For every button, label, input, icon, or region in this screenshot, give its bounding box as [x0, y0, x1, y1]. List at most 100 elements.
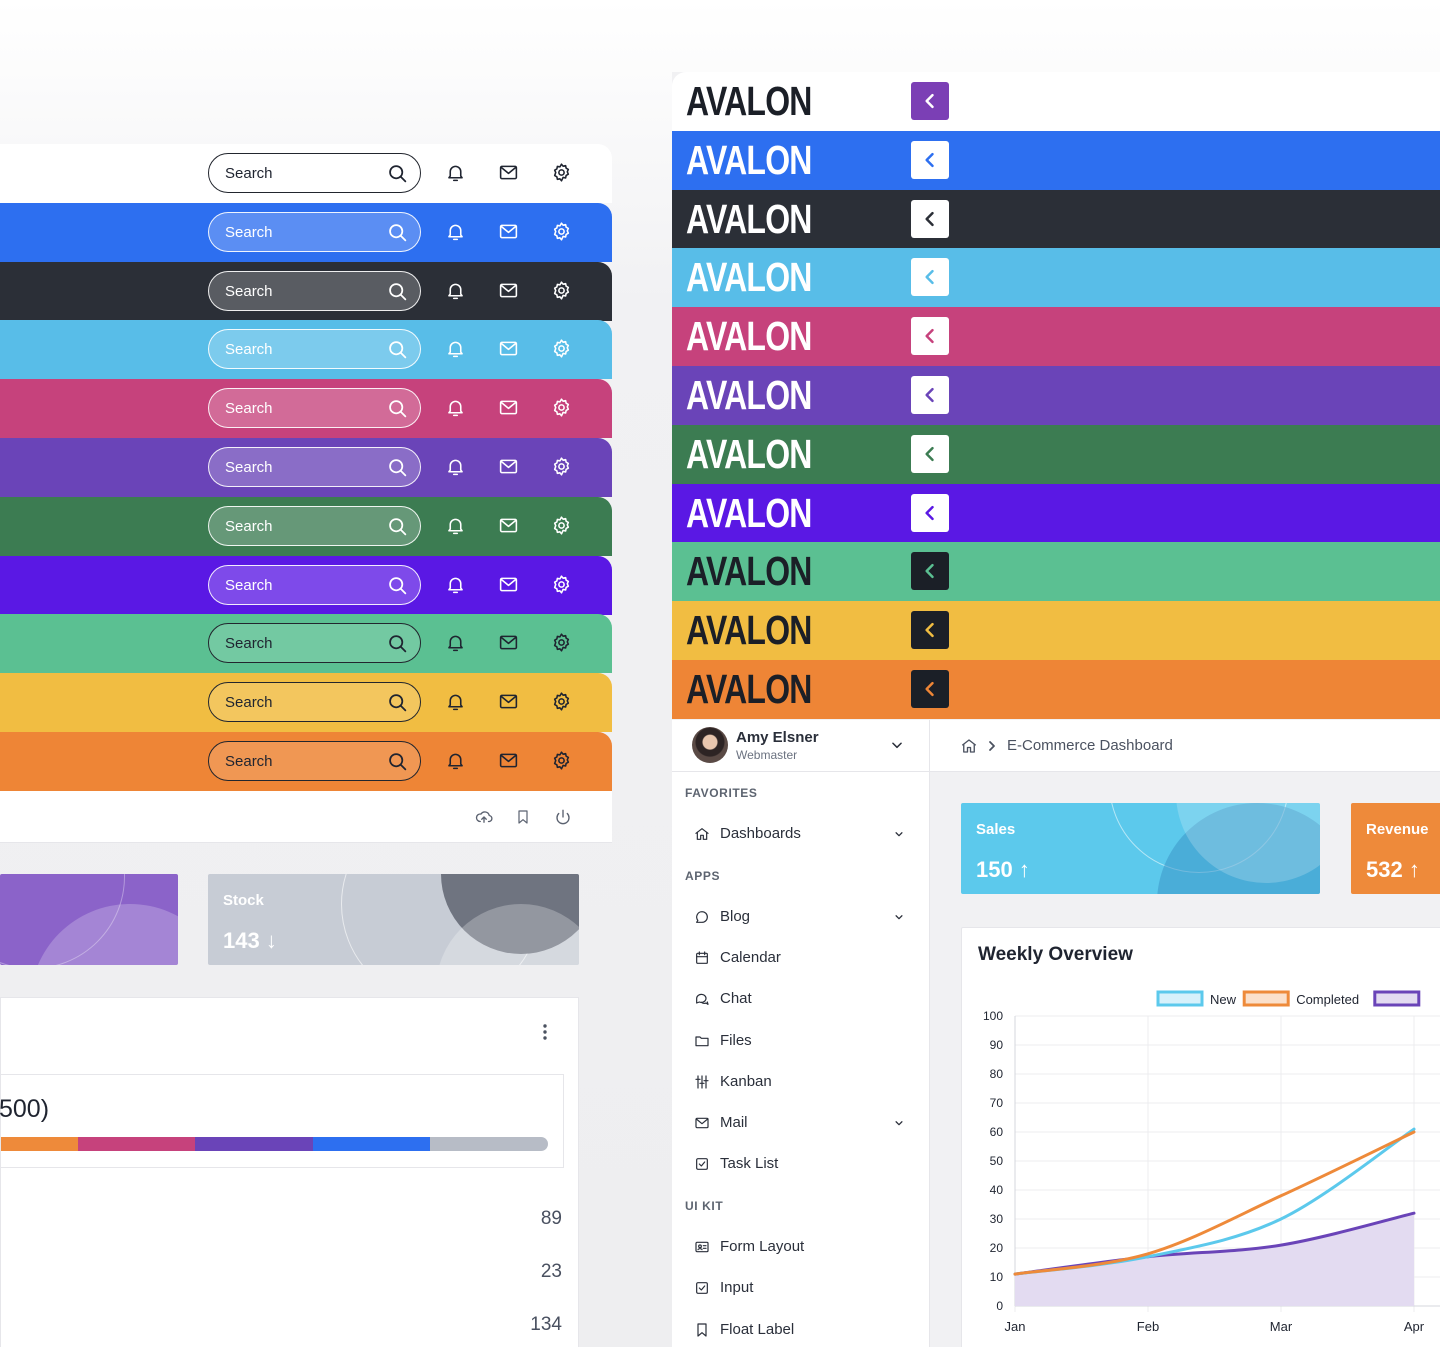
search-input[interactable]: Search: [208, 623, 421, 664]
avalon-logo: AVALON: [686, 666, 812, 712]
sidebar-toggle-button[interactable]: [911, 317, 949, 356]
search-input[interactable]: Search: [208, 505, 421, 546]
search-icon[interactable]: [387, 398, 408, 419]
mail-icon[interactable]: [498, 397, 519, 418]
sidebar-item[interactable]: Float Label: [692, 1315, 910, 1345]
search-input[interactable]: Search: [208, 447, 421, 487]
brand-bar: AVALON: [672, 307, 1440, 367]
bookmark-icon[interactable]: [515, 808, 531, 826]
mail-icon[interactable]: [498, 221, 519, 242]
bell-icon[interactable]: [445, 221, 466, 242]
sidebar-item[interactable]: Blog: [692, 902, 910, 932]
sidebar-item[interactable]: Dashboards: [692, 819, 910, 849]
bell-icon[interactable]: [445, 280, 466, 301]
gear-icon[interactable]: [551, 691, 572, 712]
gear-icon[interactable]: [551, 750, 572, 771]
gear-icon[interactable]: [551, 456, 572, 477]
more-options-icon[interactable]: [537, 1022, 553, 1042]
bell-icon[interactable]: [445, 162, 466, 183]
mail-icon[interactable]: [498, 750, 519, 771]
gear-icon[interactable]: [551, 515, 572, 536]
row-value: 134: [530, 1314, 562, 1335]
chevron-down-icon[interactable]: [894, 912, 904, 922]
search-icon[interactable]: [387, 633, 408, 654]
y-tick-label: 0: [996, 1299, 1003, 1313]
bell-icon[interactable]: [445, 456, 466, 477]
bell-icon[interactable]: [445, 632, 466, 653]
gear-icon[interactable]: [551, 221, 572, 242]
sidebar-item[interactable]: Task List: [692, 1149, 910, 1179]
bell-icon[interactable]: [445, 750, 466, 771]
search-placeholder: Search: [225, 400, 273, 418]
mail-icon[interactable]: [498, 515, 519, 536]
check-square-icon: [694, 1156, 710, 1172]
sidebar-item[interactable]: Chat: [692, 984, 910, 1014]
mail-icon[interactable]: [498, 280, 519, 301]
bell-icon[interactable]: [445, 338, 466, 359]
topbar: Search: [0, 673, 612, 733]
sidebar-item[interactable]: Mail: [692, 1108, 910, 1138]
sidebar-item[interactable]: Kanban: [692, 1067, 910, 1097]
sidebar-toggle-button[interactable]: [911, 199, 949, 238]
search-icon[interactable]: [387, 163, 408, 184]
gear-icon[interactable]: [551, 574, 572, 595]
chevron-down-icon[interactable]: [894, 829, 904, 839]
bell-icon[interactable]: [445, 515, 466, 536]
sidebar-toggle-button[interactable]: [911, 258, 949, 297]
search-icon[interactable]: [387, 516, 408, 537]
home-icon[interactable]: [960, 737, 978, 755]
sidebar-item[interactable]: Calendar: [692, 943, 910, 973]
sidebar-toggle-button[interactable]: [911, 670, 949, 708]
search-icon[interactable]: [387, 281, 408, 302]
gear-icon[interactable]: [551, 162, 572, 183]
bell-icon[interactable]: [445, 574, 466, 595]
user-profile[interactable]: Amy Elsner Webmaster: [672, 720, 930, 772]
sidebar-item[interactable]: Form Layout: [692, 1232, 910, 1262]
sidebar-toggle-button[interactable]: [911, 82, 949, 120]
progress-summary: 500): [0, 1074, 564, 1168]
search-icon[interactable]: [387, 751, 408, 772]
sidebar-toggle-button[interactable]: [911, 493, 949, 532]
gear-icon[interactable]: [551, 397, 572, 418]
mail-icon[interactable]: [498, 456, 519, 477]
sidebar-toggle-button[interactable]: [911, 376, 949, 414]
sidebar-toggle-button[interactable]: [911, 552, 949, 591]
sidebar-item[interactable]: Files: [692, 1026, 910, 1056]
search-icon[interactable]: [387, 222, 408, 243]
search-placeholder: Search: [225, 576, 273, 594]
search-input[interactable]: Search: [208, 329, 421, 370]
mail-icon[interactable]: [498, 691, 519, 712]
mail-icon[interactable]: [498, 162, 519, 183]
gear-icon[interactable]: [551, 280, 572, 301]
bell-icon[interactable]: [445, 397, 466, 418]
chevron-down-icon[interactable]: [890, 738, 904, 752]
search-input[interactable]: Search: [208, 564, 421, 605]
search-input[interactable]: Search: [208, 741, 421, 781]
topbar: Search: [0, 379, 612, 439]
topbar: Search: [0, 438, 612, 497]
search-input[interactable]: Search: [208, 682, 421, 723]
sidebar-toggle-button[interactable]: [911, 611, 949, 650]
search-icon[interactable]: [387, 692, 408, 713]
search-input[interactable]: Search: [208, 153, 421, 193]
sidebar-item[interactable]: Input: [692, 1273, 910, 1303]
gear-icon[interactable]: [551, 632, 572, 653]
search-icon[interactable]: [387, 457, 408, 478]
search-icon[interactable]: [387, 339, 408, 360]
sidebar-toggle-button[interactable]: [911, 434, 949, 473]
gear-icon[interactable]: [551, 338, 572, 359]
search-input[interactable]: Search: [208, 388, 421, 429]
power-icon[interactable]: [554, 808, 572, 826]
mail-icon[interactable]: [498, 574, 519, 595]
widget-card: 500) 89 23 134: [0, 997, 579, 1347]
mail-icon[interactable]: [498, 632, 519, 653]
search-input[interactable]: Search: [208, 270, 421, 311]
chevron-down-icon[interactable]: [894, 1118, 904, 1128]
bell-icon[interactable]: [445, 691, 466, 712]
search-icon[interactable]: [387, 575, 408, 596]
avalon-logo: AVALON: [686, 430, 812, 477]
cloud-upload-icon[interactable]: [475, 808, 493, 826]
mail-icon[interactable]: [498, 338, 519, 359]
sidebar-toggle-button[interactable]: [911, 140, 949, 179]
search-input[interactable]: Search: [208, 211, 421, 252]
